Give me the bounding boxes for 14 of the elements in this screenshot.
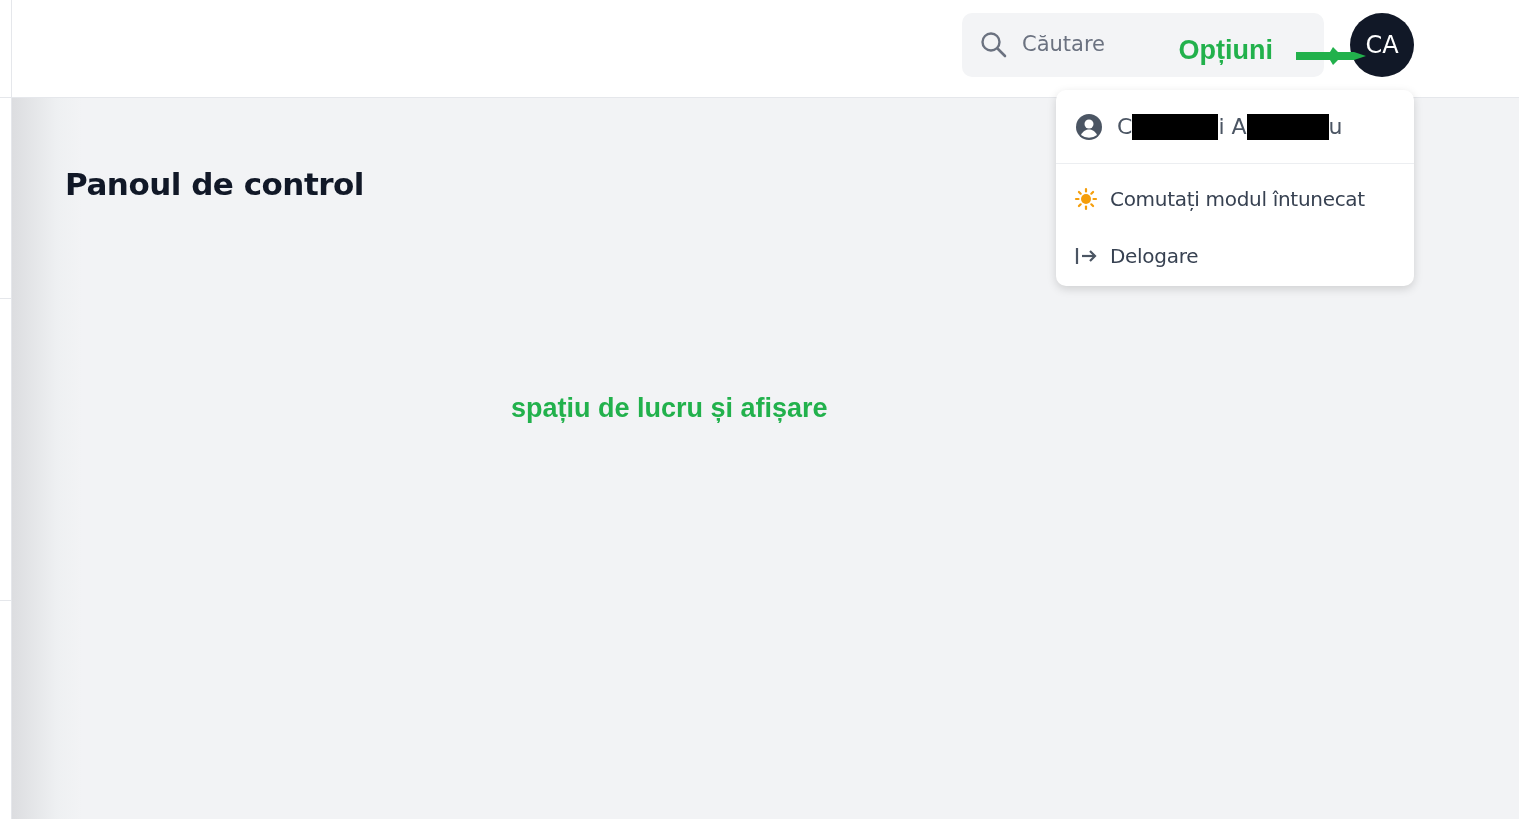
user-icon <box>1075 112 1103 141</box>
user-row[interactable]: C i A u <box>1056 90 1414 164</box>
annotation-label: Opțiuni <box>1178 34 1273 67</box>
sun-icon <box>1074 186 1098 211</box>
user-name-fragment: u <box>1328 113 1343 141</box>
search-field[interactable]: Căutare <box>1022 29 1172 61</box>
user-name-fragment: C <box>1117 113 1133 141</box>
menu-item[interactable]: Comutați modul întunecat <box>1056 170 1414 227</box>
avatar-button[interactable]: CA <box>1350 13 1414 77</box>
annotation-label: spațiu de lucru și afișare <box>511 392 828 425</box>
search-icon <box>980 31 1008 59</box>
user-name-fragment: i A <box>1218 113 1247 141</box>
logout-item[interactable]: Delogare <box>1056 227 1414 284</box>
page-title: Panoul de control <box>65 166 364 204</box>
